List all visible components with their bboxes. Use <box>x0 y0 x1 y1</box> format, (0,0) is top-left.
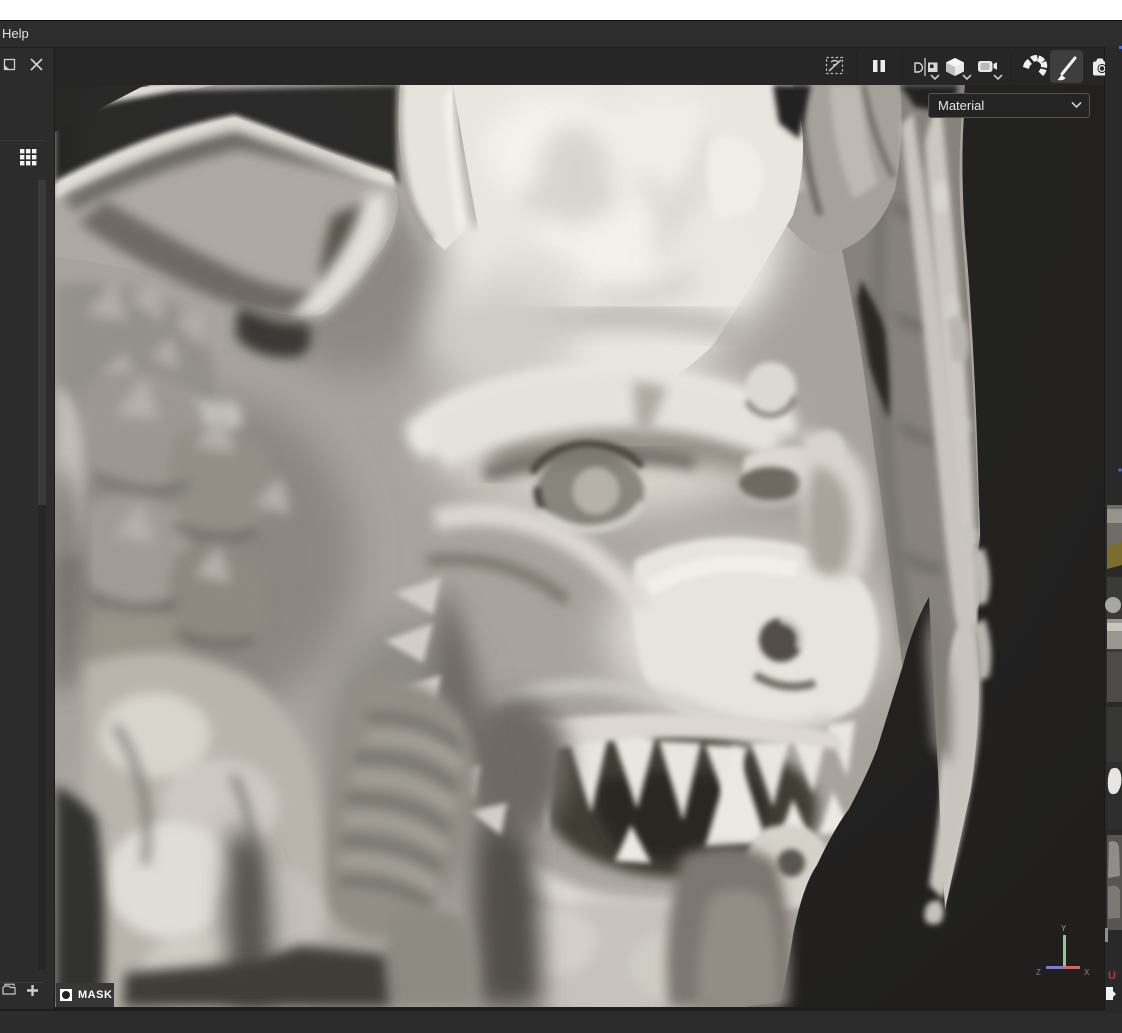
svg-text:Y: Y <box>1061 924 1067 933</box>
svg-text:X: X <box>1084 968 1090 977</box>
svg-text:U: U <box>1108 970 1116 982</box>
svg-text:Z: Z <box>1036 968 1041 977</box>
